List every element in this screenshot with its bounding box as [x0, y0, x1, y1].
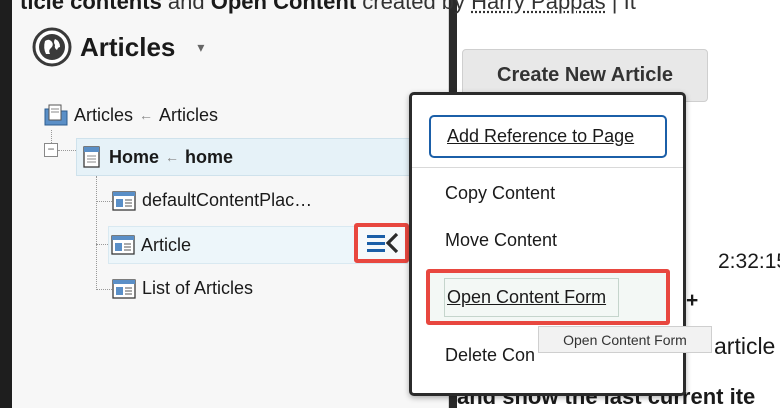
collapse-toggle[interactable]: −	[44, 143, 58, 157]
tree-node-articles[interactable]: Articles ← Articles	[44, 104, 218, 126]
author-link[interactable]: Harry Pappas	[471, 0, 606, 14]
tree-guide	[58, 150, 76, 151]
node-target: Articles	[159, 104, 219, 125]
chevron-down-icon[interactable]: ▾	[197, 39, 204, 56]
menu-item-label: Open Content Form	[444, 277, 620, 317]
node-label: Articles	[74, 104, 134, 125]
tree-guide	[96, 201, 112, 202]
menu-item-open-content-form[interactable]: Open Content Form	[426, 269, 670, 325]
context-menu-button[interactable]	[354, 223, 409, 263]
tree-node-home[interactable]: Home ← home	[76, 138, 456, 176]
menu-item-copy-content[interactable]: Copy Content	[412, 183, 683, 204]
arrow-left-icon: ←	[165, 149, 180, 165]
content-block-icon	[112, 278, 136, 299]
content-block-icon	[111, 235, 135, 255]
page-icon	[83, 146, 100, 168]
menu-collapse-icon	[366, 232, 398, 254]
node-label: Home	[109, 146, 160, 167]
tree-node-default-content[interactable]: defaultContentPlac…	[112, 190, 312, 211]
node-label: Article	[141, 234, 192, 255]
menu-item-move-content[interactable]: Move Content	[412, 230, 683, 251]
tooltip: Open Content Form	[538, 326, 712, 353]
tree-guide	[96, 289, 112, 290]
globe-icon	[32, 27, 72, 67]
tree-node-list-of-articles[interactable]: List of Articles	[112, 278, 253, 299]
articles-header[interactable]: Articles ▾	[32, 27, 204, 67]
menu-separator	[412, 167, 683, 168]
plus-text: +	[686, 289, 699, 312]
timestamp-text: 2:32:15 P	[718, 250, 780, 273]
node-target: home	[185, 146, 234, 167]
content-block-icon	[112, 190, 136, 211]
article-text: article	[714, 333, 776, 359]
page-title: Articles	[80, 31, 176, 62]
folder-page-icon	[44, 104, 68, 126]
tree-guide	[96, 176, 97, 290]
arrow-left-icon: ←	[139, 107, 154, 123]
node-label: List of Articles	[142, 278, 254, 298]
tree-guide	[96, 244, 108, 245]
page-top-line: ticle contents and Open Content created …	[20, 0, 636, 15]
menu-item-add-reference[interactable]: Add Reference to Page	[429, 115, 667, 158]
node-label: defaultContentPlac…	[142, 190, 313, 210]
left-edge-bar	[0, 0, 12, 408]
